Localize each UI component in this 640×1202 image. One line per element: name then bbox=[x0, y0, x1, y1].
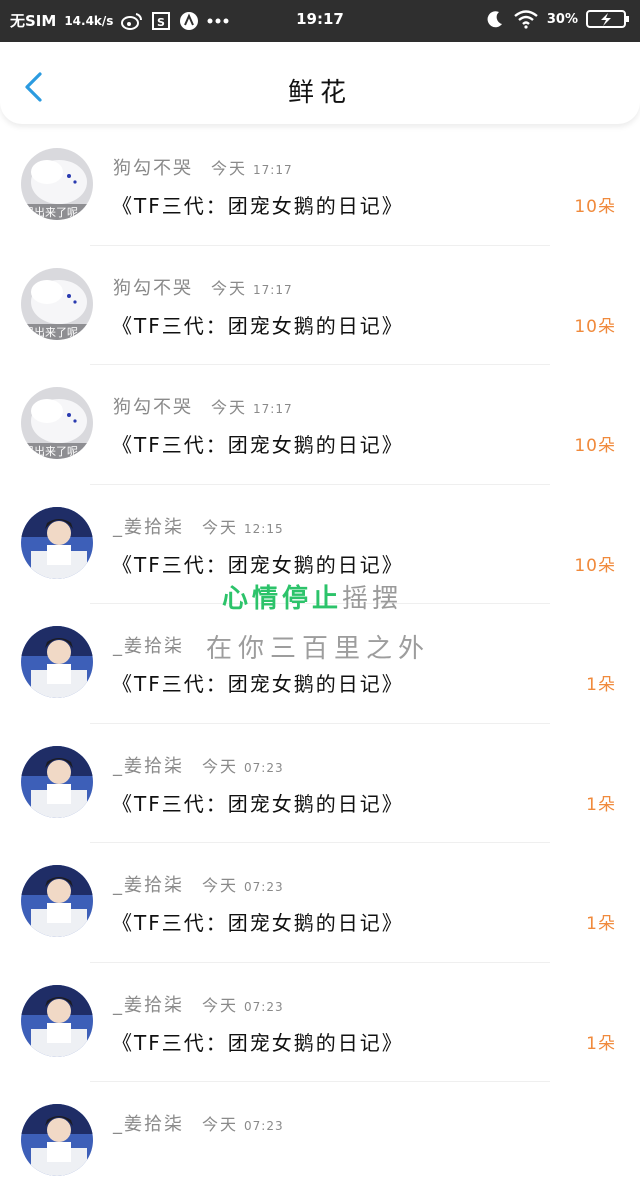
book-title: 《TF三代：团宠女鹅的日记》 bbox=[112, 911, 404, 935]
avatar[interactable] bbox=[21, 984, 93, 1057]
lyric-line-1-highlight: 心情停止 bbox=[222, 584, 343, 614]
avatar[interactable] bbox=[21, 745, 93, 818]
user-name[interactable]: _姜拾柒 bbox=[113, 513, 184, 539]
book-title: 《TF三代：团宠女鹅的日记》 bbox=[112, 552, 404, 577]
user-name[interactable]: _姜拾柒 bbox=[113, 752, 184, 778]
date-label: 今天 bbox=[211, 278, 248, 298]
meta-line: 狗勾不哭 今天 17:17 bbox=[113, 154, 293, 180]
meta-line: _姜拾柒 今天 07:23 bbox=[113, 871, 284, 897]
list-item[interactable]: _姜拾柒 今天 07:23 《TF三代：团宠女鹅的日记》 1朵 bbox=[0, 724, 640, 843]
list-item[interactable]: 器出来了呢 狗勾不哭 今天 17:17 《TF三代：团宠女鹅的日记》 10朵 bbox=[0, 246, 640, 365]
user-name[interactable]: 狗勾不哭 bbox=[113, 154, 193, 180]
user-name[interactable]: 狗勾不哭 bbox=[113, 393, 193, 419]
status-bar: 无SIM 14.4k/s S 19:17 30% bbox=[0, 0, 640, 42]
avatar[interactable] bbox=[21, 1104, 93, 1176]
list-item[interactable]: _姜拾柒 今天 07:23 bbox=[0, 1082, 640, 1202]
meta-line: 狗勾不哭 今天 17:17 bbox=[113, 393, 293, 419]
timestamp: 07:23 bbox=[244, 880, 284, 894]
book-title: 《TF三代：团宠女鹅的日记》 bbox=[112, 672, 404, 696]
user-name[interactable]: 狗勾不哭 bbox=[113, 274, 193, 300]
user-name[interactable]: _姜拾柒 bbox=[113, 991, 184, 1017]
date-label: 今天 bbox=[202, 756, 239, 776]
timestamp: 07:23 bbox=[244, 1119, 284, 1133]
list-item[interactable]: _姜拾柒 今天 07:23 《TF三代：团宠女鹅的日记》 1朵 bbox=[0, 843, 640, 963]
lyric-line-1: 心情停止摇摆 bbox=[222, 578, 402, 615]
avatar[interactable]: 器出来了呢 bbox=[21, 387, 93, 459]
flower-count: 10朵 bbox=[574, 197, 616, 217]
battery-percent: 30% bbox=[546, 11, 578, 27]
meta-line: _姜拾柒 bbox=[113, 632, 208, 658]
date-label: 今天 bbox=[202, 876, 239, 895]
avatar[interactable] bbox=[21, 865, 93, 937]
timestamp: 17:17 bbox=[253, 163, 293, 177]
avatar[interactable] bbox=[21, 626, 93, 698]
book-title: 《TF三代：团宠女鹅的日记》 bbox=[112, 194, 404, 218]
meta-line: _姜拾柒 今天 12:15 bbox=[113, 513, 284, 539]
list-item[interactable]: _姜拾柒 今天 07:23 《TF三代：团宠女鹅的日记》 1朵 bbox=[0, 963, 640, 1082]
timestamp: 07:23 bbox=[244, 999, 284, 1014]
timestamp: 17:17 bbox=[253, 402, 293, 416]
meta-line: _姜拾柒 今天 07:23 bbox=[113, 752, 284, 778]
page-title: 鲜花 bbox=[287, 78, 352, 108]
meta-line: _姜拾柒 今天 07:23 bbox=[113, 991, 284, 1017]
book-title: 《TF三代：团宠女鹅的日记》 bbox=[112, 313, 404, 338]
date-label: 今天 bbox=[202, 1115, 239, 1134]
battery-icon bbox=[586, 9, 630, 29]
svg-text:器出来了呢: 器出来了呢 bbox=[23, 444, 78, 458]
avatar[interactable]: 器出来了呢 bbox=[21, 267, 93, 340]
date-label: 今天 bbox=[211, 159, 248, 178]
book-title: 《TF三代：团宠女鹅的日记》 bbox=[112, 433, 404, 457]
moon-icon bbox=[485, 9, 505, 29]
user-name[interactable]: _姜拾柒 bbox=[113, 871, 184, 897]
flower-count: 10朵 bbox=[574, 555, 616, 576]
avatar[interactable]: 器出来了呢 bbox=[21, 148, 93, 220]
header-bar: 鲜花 bbox=[0, 42, 640, 124]
lyric-line-2: 在你三百里之外 bbox=[206, 634, 431, 664]
date-label: 今天 bbox=[202, 517, 239, 537]
list-item[interactable]: 器出来了呢 狗勾不哭 今天 17:17 《TF三代：团宠女鹅的日记》 10朵 bbox=[0, 365, 640, 485]
flower-count: 1朵 bbox=[586, 1033, 616, 1054]
avatar[interactable] bbox=[21, 506, 93, 579]
meta-line: 狗勾不哭 今天 17:17 bbox=[113, 274, 293, 300]
meta-line: _姜拾柒 今天 07:23 bbox=[113, 1110, 284, 1136]
flower-count: 10朵 bbox=[574, 436, 616, 456]
date-label: 今天 bbox=[211, 398, 248, 417]
svg-text:器出来了呢: 器出来了呢 bbox=[23, 205, 78, 219]
book-title: 《TF三代：团宠女鹅的日记》 bbox=[112, 1030, 404, 1055]
svg-text:器出来了呢: 器出来了呢 bbox=[23, 325, 78, 339]
date-label: 今天 bbox=[202, 995, 239, 1015]
list-item[interactable]: 器出来了呢 狗勾不哭 今天 17:17 《TF三代：团宠女鹅的日记》 10朵 bbox=[0, 126, 640, 246]
timestamp: 17:17 bbox=[253, 282, 293, 297]
user-name[interactable]: _姜拾柒 bbox=[113, 1110, 184, 1136]
flower-count: 1朵 bbox=[586, 675, 616, 695]
timestamp: 12:15 bbox=[244, 521, 284, 536]
flower-count: 1朵 bbox=[586, 794, 616, 815]
flower-count: 10朵 bbox=[574, 316, 616, 337]
lyric-line-1-fade: 摇摆 bbox=[342, 584, 403, 614]
book-title: 《TF三代：团宠女鹅的日记》 bbox=[112, 791, 404, 816]
timestamp: 07:23 bbox=[244, 760, 284, 775]
user-name[interactable]: _姜拾柒 bbox=[113, 632, 184, 658]
flower-count: 1朵 bbox=[586, 914, 616, 934]
status-right: 30% bbox=[485, 9, 630, 29]
wifi-icon bbox=[513, 9, 539, 29]
